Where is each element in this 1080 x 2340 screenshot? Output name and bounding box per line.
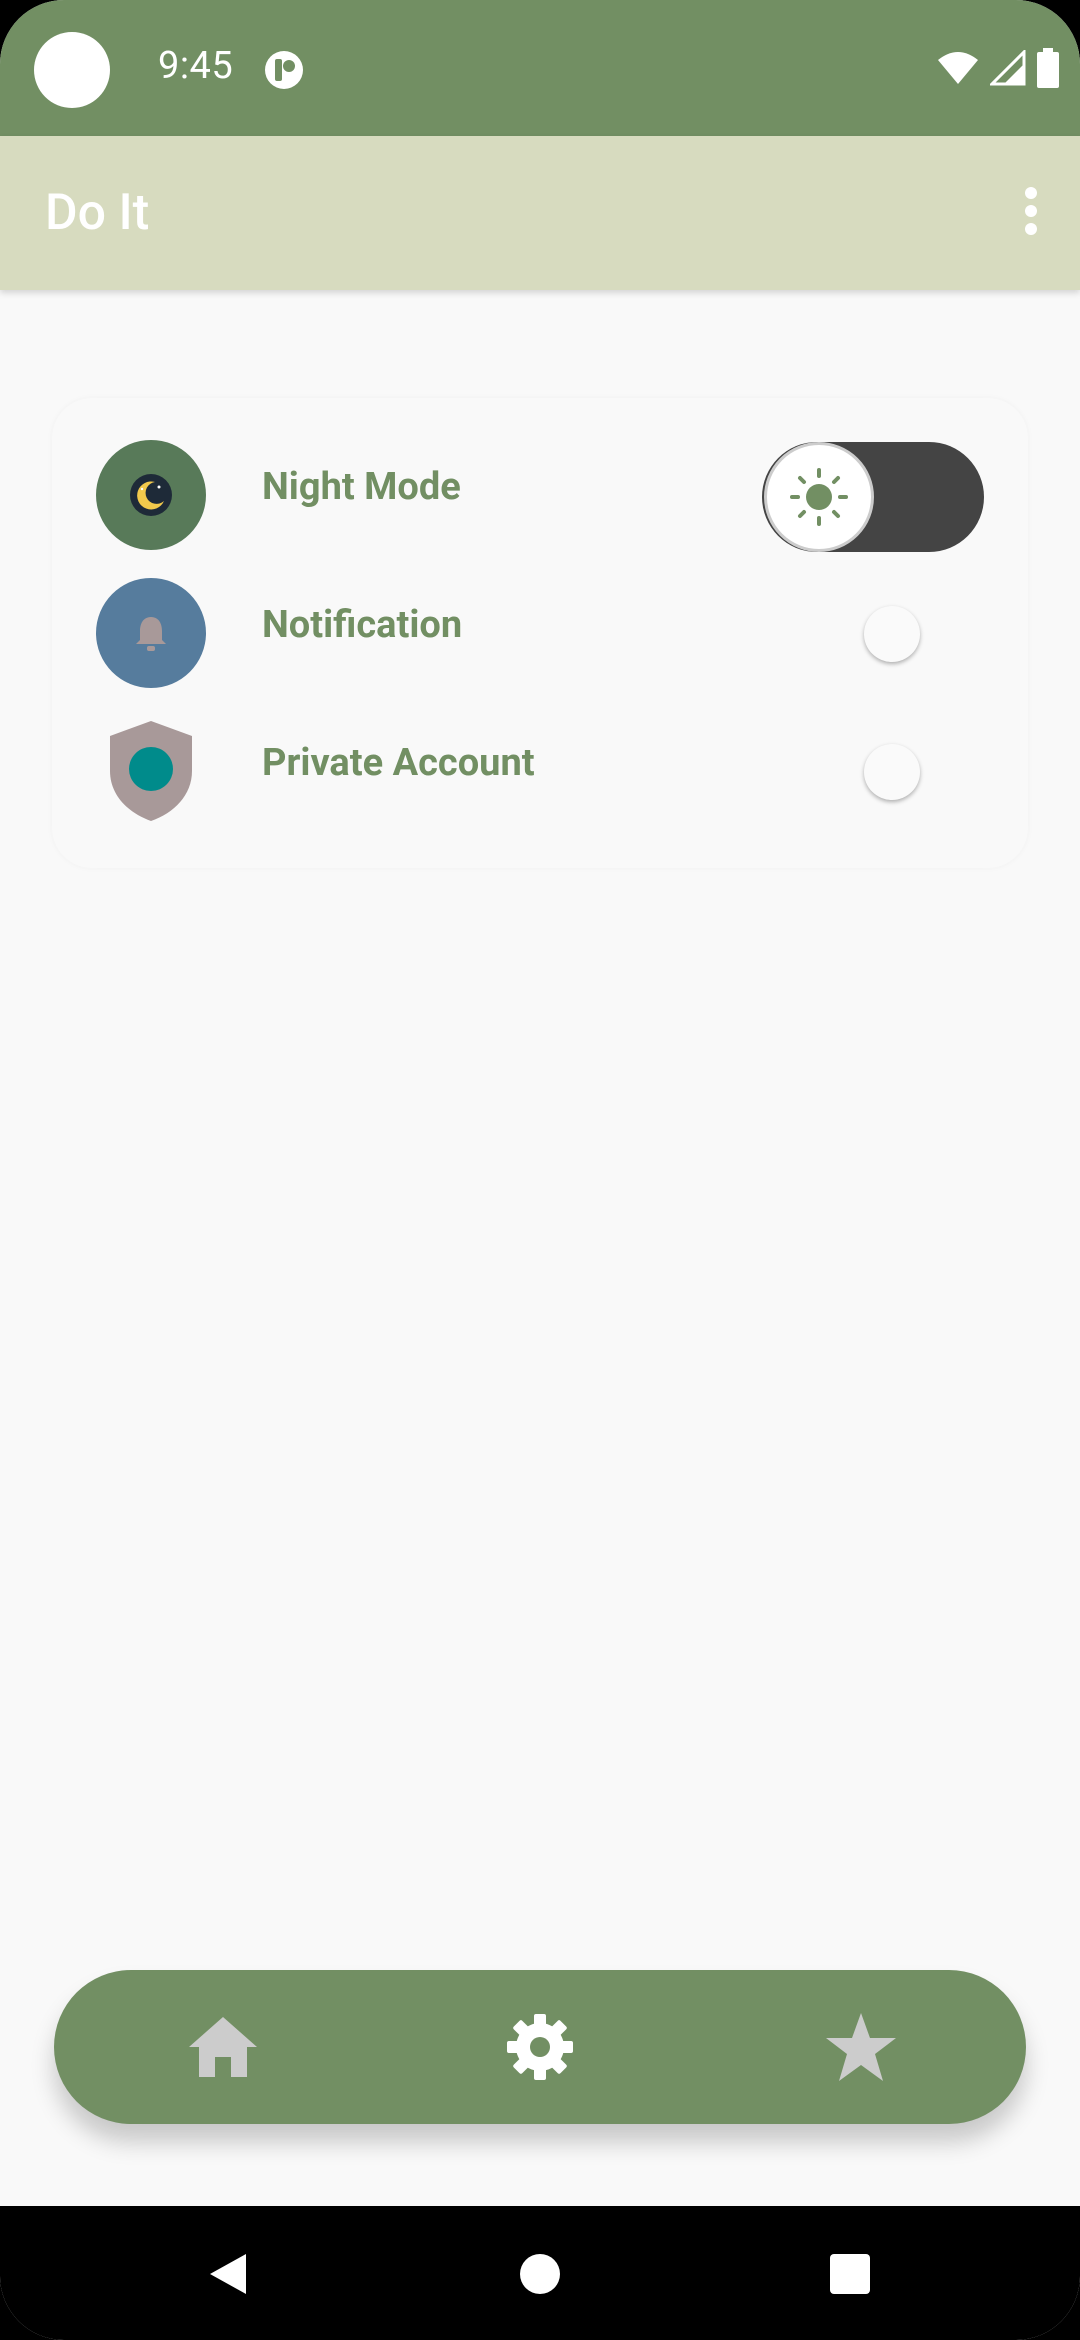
- night-mode-toggle-thumb[interactable]: [764, 442, 874, 552]
- setting-label-notification: Notification: [262, 603, 463, 647]
- status-icons: [936, 46, 1060, 90]
- app-bar: Do It: [0, 136, 1080, 290]
- app-title: Do It: [45, 184, 150, 242]
- star-icon: [826, 2013, 896, 2081]
- home-icon: [189, 2017, 257, 2077]
- back-triangle-icon: [210, 2254, 246, 2294]
- battery-icon: [1037, 48, 1059, 88]
- signal-icon: [990, 50, 1026, 86]
- status-time: 9:45: [158, 44, 234, 88]
- private-account-toggle[interactable]: [864, 744, 920, 800]
- setting-row-private-account: Private Account: [52, 716, 1028, 836]
- screen: 9:45 Do It Night Mode Notification Priva…: [0, 0, 1080, 2340]
- shield-icon: [110, 721, 192, 821]
- nav-favorites[interactable]: [818, 2004, 904, 2090]
- sun-icon: [790, 468, 848, 526]
- more-vert-icon: [1025, 187, 1037, 235]
- private-account-icon-container: [96, 716, 206, 826]
- nav-home[interactable]: [180, 2004, 266, 2090]
- gear-icon: [507, 2014, 573, 2080]
- night-mode-icon-container: [96, 440, 206, 550]
- notification-icon-container: [96, 578, 206, 688]
- system-home-button[interactable]: [510, 2244, 570, 2304]
- wifi-icon: [938, 52, 978, 84]
- camera-cutout: [34, 32, 110, 108]
- setting-label-private-account: Private Account: [262, 741, 535, 785]
- setting-row-notification: Notification: [52, 578, 1028, 698]
- bell-icon: [136, 617, 166, 651]
- notification-toggle[interactable]: [864, 606, 920, 662]
- system-recents-button[interactable]: [820, 2244, 880, 2304]
- app-notification-icon: [265, 51, 303, 89]
- overflow-menu-button[interactable]: [996, 176, 1066, 246]
- recents-square-icon: [830, 2254, 870, 2294]
- settings-card: Night Mode Notification Private Account: [52, 398, 1028, 868]
- system-navigation-bar: [0, 2206, 1080, 2340]
- bottom-navigation: [54, 1970, 1026, 2124]
- setting-label-night-mode: Night Mode: [262, 465, 461, 509]
- system-back-button[interactable]: [198, 2244, 258, 2304]
- status-bar: 9:45: [0, 0, 1080, 136]
- nav-settings[interactable]: [497, 2004, 583, 2090]
- moon-icon: [130, 474, 172, 516]
- home-circle-icon: [520, 2254, 560, 2294]
